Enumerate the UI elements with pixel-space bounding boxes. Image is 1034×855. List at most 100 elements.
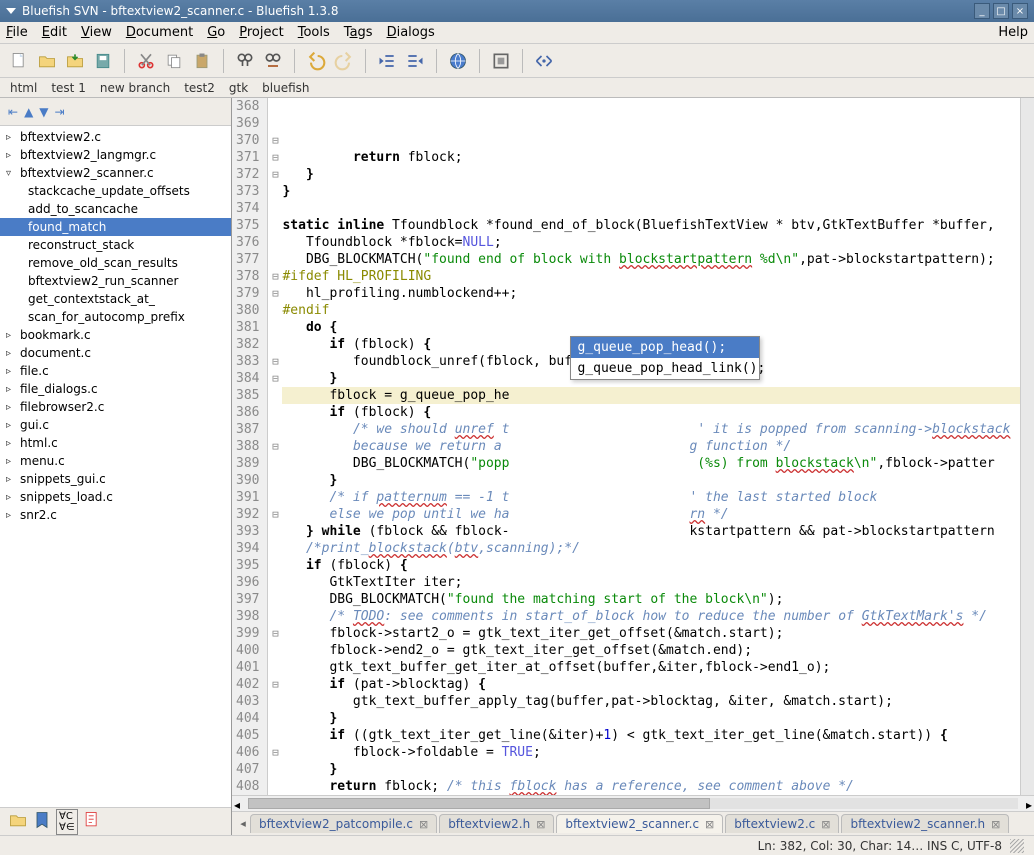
doctab[interactable]: bluefish (262, 81, 309, 95)
expander-icon[interactable]: ▹ (6, 492, 16, 503)
browser-preview-button[interactable] (445, 48, 471, 74)
tree-item[interactable]: bftextview2_run_scanner (0, 272, 231, 290)
copy-button[interactable] (161, 48, 187, 74)
file-tab[interactable]: bftextview2.c⊠ (725, 814, 839, 833)
tree-item[interactable]: remove_old_scan_results (0, 254, 231, 272)
menu-help[interactable]: Help (998, 25, 1028, 40)
menu-file[interactable]: File (6, 25, 28, 40)
tree-item[interactable]: ▹bookmark.c (0, 326, 231, 344)
expander-icon[interactable]: ▹ (6, 132, 16, 143)
file-tab[interactable]: bftextview2_scanner.c⊠ (556, 814, 723, 833)
doctab[interactable]: test2 (184, 81, 215, 95)
doctab[interactable]: html (10, 81, 37, 95)
fullscreen-button[interactable] (488, 48, 514, 74)
scroll-left-icon[interactable]: ◂ (234, 798, 240, 812)
resize-grip-icon[interactable] (1010, 839, 1024, 853)
close-button[interactable]: × (1012, 3, 1028, 19)
close-tab-icon[interactable]: ⊠ (991, 818, 1000, 831)
new-file-button[interactable] (6, 48, 32, 74)
open-file-button[interactable] (34, 48, 60, 74)
nav-down-icon[interactable]: ▼ (39, 105, 48, 119)
nav-first-icon[interactable]: ⇤ (8, 105, 18, 119)
find-replace-button[interactable] (260, 48, 286, 74)
filebrowser-tab-icon[interactable] (8, 810, 28, 833)
tree-item[interactable]: ▹snr2.c (0, 506, 231, 524)
cut-button[interactable] (133, 48, 159, 74)
scroll-right-icon[interactable]: ▸ (1026, 798, 1032, 812)
view-button[interactable] (531, 48, 557, 74)
doctab[interactable]: gtk (229, 81, 248, 95)
doctab[interactable]: test 1 (51, 81, 86, 95)
undo-button[interactable] (303, 48, 329, 74)
menu-tags[interactable]: Tags (344, 25, 373, 40)
unindent-button[interactable] (374, 48, 400, 74)
doctab[interactable]: new branch (100, 81, 170, 95)
expander-icon[interactable]: ▹ (6, 438, 16, 449)
tree-item[interactable]: ▹bftextview2.c (0, 128, 231, 146)
tree-item[interactable]: scan_for_autocomp_prefix (0, 308, 231, 326)
tree-item[interactable]: ▹filebrowser2.c (0, 398, 231, 416)
expander-icon[interactable]: ▹ (6, 330, 16, 341)
snippets-tab-icon[interactable] (82, 810, 102, 833)
minimize-button[interactable]: _ (974, 3, 990, 19)
autocomplete-item[interactable]: g_queue_pop_head_link(); (571, 358, 759, 379)
file-tab[interactable]: bftextview2.h⊠ (439, 814, 554, 833)
tree-item[interactable]: add_to_scancache (0, 200, 231, 218)
fold-column[interactable]: ⊟⊟⊟⊟⊟⊟⊟⊟⊟⊟⊟⊟ (268, 98, 282, 795)
vertical-scrollbar[interactable] (1020, 98, 1034, 795)
tabs-scroll-left[interactable]: ◂ (236, 817, 250, 830)
tree-item[interactable]: ▹file.c (0, 362, 231, 380)
tree-item[interactable]: stackcache_update_offsets (0, 182, 231, 200)
horizontal-scrollbar[interactable]: ◂ ▸ (232, 795, 1034, 811)
expander-icon[interactable]: ▹ (6, 150, 16, 161)
file-tab[interactable]: bftextview2_scanner.h⊠ (841, 814, 1009, 833)
expander-icon[interactable]: ▹ (6, 456, 16, 467)
expander-icon[interactable]: ▹ (6, 402, 16, 413)
indent-button[interactable] (402, 48, 428, 74)
menu-project[interactable]: Project (239, 25, 284, 40)
tree-item[interactable]: reconstruct_stack (0, 236, 231, 254)
tree-item[interactable]: found_match (0, 218, 231, 236)
redo-button[interactable] (331, 48, 357, 74)
close-tab-icon[interactable]: ⊠ (536, 818, 545, 831)
close-tab-icon[interactable]: ⊠ (821, 818, 830, 831)
function-tree[interactable]: ▹bftextview2.c▹bftextview2_langmgr.c▿bft… (0, 126, 231, 807)
expander-icon[interactable]: ▹ (6, 474, 16, 485)
tree-item[interactable]: ▹html.c (0, 434, 231, 452)
menu-view[interactable]: View (81, 25, 112, 40)
charmap-tab-icon[interactable]: ∀C∀∈ (56, 809, 78, 835)
expander-icon[interactable]: ▹ (6, 420, 16, 431)
tree-item[interactable]: ▹snippets_load.c (0, 488, 231, 506)
expander-icon[interactable]: ▹ (6, 510, 16, 521)
menu-go[interactable]: Go (207, 25, 225, 40)
find-button[interactable] (232, 48, 258, 74)
menu-tools[interactable]: Tools (298, 25, 330, 40)
tree-item[interactable]: ▹bftextview2_langmgr.c (0, 146, 231, 164)
tree-item[interactable]: ▿bftextview2_scanner.c (0, 164, 231, 182)
tree-item[interactable]: ▹file_dialogs.c (0, 380, 231, 398)
nav-up-icon[interactable]: ▲ (24, 105, 33, 119)
close-tab-icon[interactable]: ⊠ (419, 818, 428, 831)
maximize-button[interactable]: □ (993, 3, 1009, 19)
tree-item[interactable]: ▹menu.c (0, 452, 231, 470)
tree-item[interactable]: get_contextstack_at_ (0, 290, 231, 308)
tree-item[interactable]: ▹snippets_gui.c (0, 470, 231, 488)
expander-icon[interactable]: ▹ (6, 348, 16, 359)
tree-item[interactable]: ▹document.c (0, 344, 231, 362)
save-as-button[interactable] (90, 48, 116, 74)
autocomplete-item[interactable]: g_queue_pop_head(); (571, 337, 759, 358)
menu-dialogs[interactable]: Dialogs (387, 25, 435, 40)
bookmarks-tab-icon[interactable] (32, 810, 52, 833)
menu-document[interactable]: Document (126, 25, 193, 40)
expander-icon[interactable]: ▿ (6, 168, 16, 179)
expander-icon[interactable]: ▹ (6, 366, 16, 377)
autocomplete-popup[interactable]: g_queue_pop_head();g_queue_pop_head_link… (570, 336, 760, 380)
save-file-button[interactable] (62, 48, 88, 74)
nav-last-icon[interactable]: ⇥ (55, 105, 65, 119)
code-text[interactable]: g_queue_pop_head();g_queue_pop_head_link… (282, 98, 1020, 795)
paste-button[interactable] (189, 48, 215, 74)
menu-edit[interactable]: Edit (42, 25, 67, 40)
window-menu-icon[interactable] (6, 8, 16, 14)
tree-item[interactable]: ▹gui.c (0, 416, 231, 434)
file-tab[interactable]: bftextview2_patcompile.c⊠ (250, 814, 437, 833)
